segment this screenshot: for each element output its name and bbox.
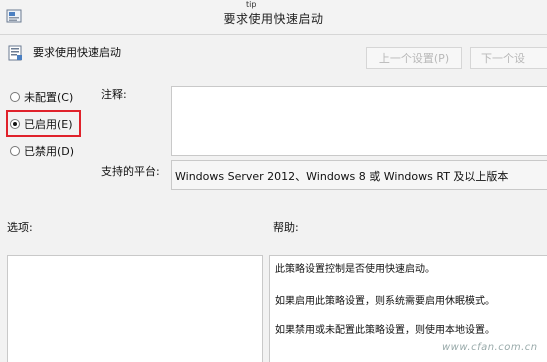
comment-label: 注释: — [101, 88, 127, 101]
comment-textarea[interactable] — [171, 86, 547, 156]
supported-on-label: 支持的平台: — [101, 165, 160, 178]
help-line: 此策略设置控制是否使用快速启动。 — [275, 264, 435, 275]
policy-name: 要求使用快速启动 — [33, 46, 121, 59]
radio-circle[interactable] — [10, 146, 20, 156]
radio-circle[interactable] — [10, 92, 20, 102]
options-label: 选项: — [7, 221, 33, 234]
watermark-text: www.cfan.com.cn — [442, 342, 538, 353]
radio-label: 已禁用(D) — [24, 145, 75, 158]
help-line: 如果禁用或未配置此策略设置，则使用本地设置。 — [275, 325, 495, 336]
help-label: 帮助: — [273, 221, 299, 234]
radio-disabled[interactable]: 已禁用(D) — [10, 142, 74, 160]
top-mark-text: tip — [246, 0, 257, 9]
window-title: 要求使用快速启动 — [223, 12, 324, 26]
options-panel — [7, 255, 263, 362]
previous-setting-button[interactable]: 上一个设置(P) — [366, 47, 462, 69]
radio-label: 未配置(C) — [24, 91, 74, 104]
enabled-highlight-box — [6, 110, 81, 137]
next-setting-button[interactable]: 下一个设 — [470, 47, 547, 69]
policy-editor-window: tip 要求使用快速启动 要求使用快速启动 上一个设置(P) 下一个设 未配置(… — [0, 0, 547, 362]
supported-on-value: Windows Server 2012、Windows 8 或 Windows … — [175, 170, 509, 183]
radio-not-configured[interactable]: 未配置(C) — [10, 88, 73, 106]
policy-setting-icon — [8, 45, 24, 61]
help-line: 如果启用此策略设置，则系统需要启用休眠模式。 — [275, 296, 495, 307]
